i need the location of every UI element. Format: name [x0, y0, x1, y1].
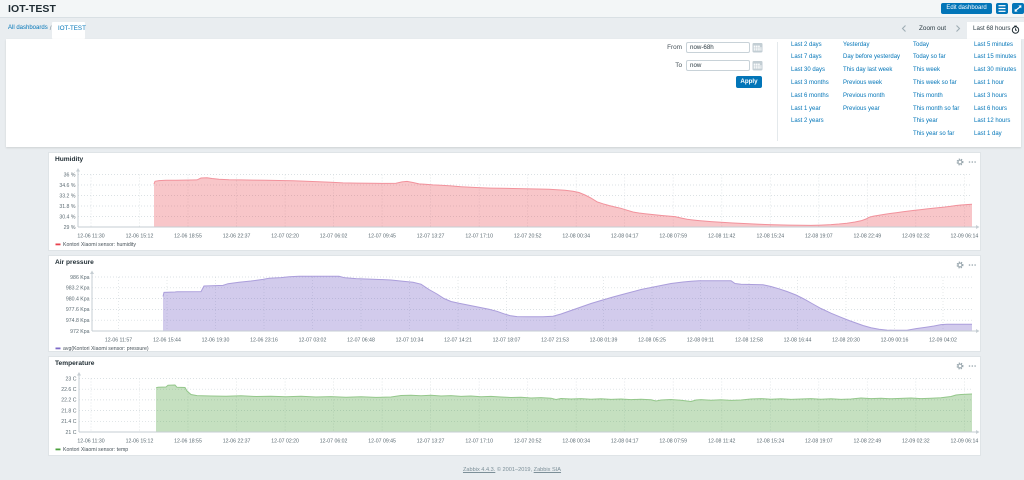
svg-text:12-07 20:52: 12-07 20:52 [514, 234, 542, 240]
svg-text:12-06 15:12: 12-06 15:12 [126, 234, 154, 240]
svg-text:12-07 13:27: 12-07 13:27 [417, 439, 445, 445]
svg-text:12-06 22:37: 12-06 22:37 [223, 234, 251, 240]
svg-text:12-08 11:42: 12-08 11:42 [708, 234, 735, 240]
svg-text:12-07 20:52: 12-07 20:52 [514, 439, 542, 445]
svg-text:12-08 20:30: 12-08 20:30 [832, 338, 860, 344]
svg-text:12-08 15:24: 12-08 15:24 [756, 234, 784, 240]
svg-text:12-08 00:34: 12-08 00:34 [562, 234, 590, 240]
svg-text:977.6 Kpa: 977.6 Kpa [66, 307, 90, 313]
svg-text:23 C: 23 C [66, 376, 77, 382]
svg-text:12-07 06:02: 12-07 06:02 [320, 439, 348, 445]
svg-text:12-07 17:10: 12-07 17:10 [465, 439, 493, 445]
svg-text:12-07 02:20: 12-07 02:20 [271, 234, 299, 240]
svg-text:12-07 21:53: 12-07 21:53 [541, 338, 569, 344]
svg-text:12-07 10:34: 12-07 10:34 [396, 338, 424, 344]
svg-text:Kontori Xiaomi sensor: temp: Kontori Xiaomi sensor: temp [63, 447, 128, 453]
svg-text:12-08 07:59: 12-08 07:59 [659, 439, 687, 445]
svg-text:12-06 11:57: 12-06 11:57 [105, 338, 132, 344]
svg-text:12-08 22:49: 12-08 22:49 [853, 234, 881, 240]
svg-text:12-07 17:10: 12-07 17:10 [465, 234, 493, 240]
svg-text:33.2 %: 33.2 % [59, 193, 76, 199]
svg-text:31.8 %: 31.8 % [59, 204, 76, 210]
svg-text:986 Kpa: 986 Kpa [70, 275, 89, 281]
svg-text:12-07 14:21: 12-07 14:21 [444, 338, 472, 344]
svg-text:21.4 C: 21.4 C [61, 419, 77, 425]
svg-text:983.2 Kpa: 983.2 Kpa [66, 286, 90, 292]
svg-text:980.4 Kpa: 980.4 Kpa [66, 296, 90, 302]
svg-text:12-08 07:59: 12-08 07:59 [659, 234, 687, 240]
svg-text:21 C: 21 C [66, 430, 77, 436]
svg-text:12-07 09:45: 12-07 09:45 [368, 439, 396, 445]
svg-text:12-08 12:58: 12-08 12:58 [735, 338, 763, 344]
svg-text:12-09 02:32: 12-09 02:32 [902, 439, 930, 445]
svg-text:22.6 C: 22.6 C [61, 387, 77, 393]
svg-text:12-07 06:02: 12-07 06:02 [320, 234, 348, 240]
svg-text:12-08 09:11: 12-08 09:11 [687, 338, 714, 344]
svg-text:972 Kpa: 972 Kpa [70, 329, 89, 335]
svg-text:29 %: 29 % [64, 225, 76, 231]
svg-text:12-06 15:44: 12-06 15:44 [153, 338, 181, 344]
svg-text:12-09 06:14: 12-09 06:14 [951, 439, 979, 445]
svg-text:12-06 19:30: 12-06 19:30 [202, 338, 230, 344]
svg-text:12-06 23:16: 12-06 23:16 [250, 338, 278, 344]
svg-text:12-08 19:07: 12-08 19:07 [805, 234, 833, 240]
svg-text:12-08 04:17: 12-08 04:17 [611, 234, 639, 240]
svg-text:12-08 01:39: 12-08 01:39 [590, 338, 618, 344]
svg-text:12-08 16:44: 12-08 16:44 [784, 338, 812, 344]
svg-text:12-09 00:16: 12-09 00:16 [881, 338, 909, 344]
svg-text:12-07 02:20: 12-07 02:20 [271, 439, 299, 445]
svg-text:12-07 06:48: 12-07 06:48 [347, 338, 375, 344]
svg-text:12-06 15:12: 12-06 15:12 [126, 439, 154, 445]
svg-text:21.8 C: 21.8 C [61, 408, 77, 414]
svg-text:12-08 19:07: 12-08 19:07 [805, 439, 833, 445]
svg-text:12-08 15:24: 12-08 15:24 [756, 439, 784, 445]
svg-text:12-07 18:07: 12-07 18:07 [493, 338, 521, 344]
svg-text:12-09 04:02: 12-09 04:02 [929, 338, 957, 344]
svg-text:12-06 18:55: 12-06 18:55 [174, 234, 202, 240]
svg-text:12-06 11:30: 12-06 11:30 [77, 439, 104, 445]
svg-text:12-06 11:30: 12-06 11:30 [77, 234, 104, 240]
svg-text:30.4 %: 30.4 % [59, 214, 76, 220]
svg-text:12-07 03:02: 12-07 03:02 [299, 338, 327, 344]
svg-text:12-08 00:34: 12-08 00:34 [562, 439, 590, 445]
svg-text:12-09 02:32: 12-09 02:32 [902, 234, 930, 240]
svg-text:34.6 %: 34.6 % [59, 183, 76, 189]
svg-text:12-07 13:27: 12-07 13:27 [417, 234, 445, 240]
svg-text:22.2 C: 22.2 C [61, 398, 77, 404]
svg-text:12-08 22:49: 12-08 22:49 [853, 439, 881, 445]
svg-text:12-08 11:42: 12-08 11:42 [708, 439, 735, 445]
svg-text:12-06 22:37: 12-06 22:37 [223, 439, 251, 445]
svg-text:Kontori Xiaomi sensor: humidit: Kontori Xiaomi sensor: humidity [63, 242, 136, 248]
svg-text:12-08 05:25: 12-08 05:25 [638, 338, 666, 344]
svg-text:12-09 06:14: 12-09 06:14 [951, 234, 979, 240]
svg-text:36 %: 36 % [64, 172, 76, 178]
svg-text:12-06 18:55: 12-06 18:55 [174, 439, 202, 445]
svg-text:avg(Kontori Xiaomi sensor: pre: avg(Kontori Xiaomi sensor: pressure) [63, 346, 149, 352]
svg-text:12-07 09:45: 12-07 09:45 [368, 234, 396, 240]
svg-text:12-08 04:17: 12-08 04:17 [611, 439, 639, 445]
svg-text:974.8 Kpa: 974.8 Kpa [66, 318, 90, 324]
